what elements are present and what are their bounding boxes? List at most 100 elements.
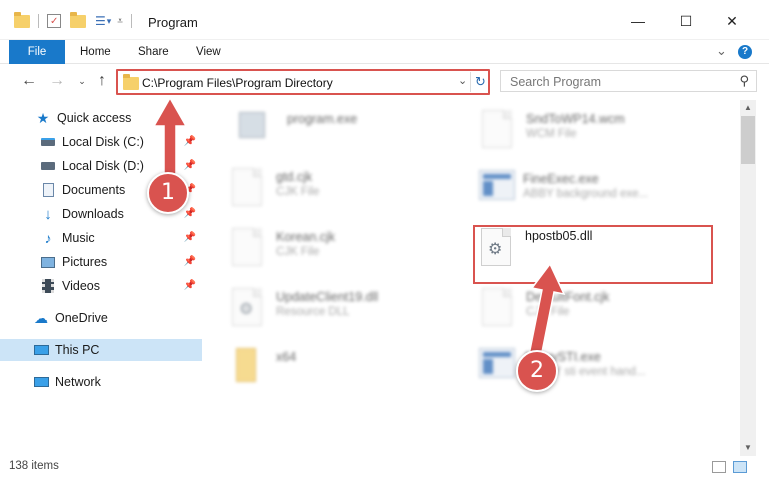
up-button[interactable]: ↑ <box>93 72 111 90</box>
file-name: program.exe <box>287 112 358 126</box>
folder-icon <box>232 348 264 388</box>
quick-access-toolbar: ✓ ☰ ▾ ⩡ <box>14 11 132 31</box>
scroll-down-button[interactable]: ▼ <box>740 440 756 456</box>
folder-icon[interactable] <box>14 11 30 28</box>
sidebar-item-this-pc[interactable]: This PC <box>0 339 202 361</box>
title-bar: ✓ ☰ ▾ ⩡ Program — ☐ ✕ <box>0 0 769 40</box>
file-name: gtd.cjk <box>276 170 313 184</box>
file-icon <box>482 288 514 328</box>
file-type: WCM File <box>526 128 577 140</box>
address-path[interactable]: C:\Program Files\Program Directory <box>142 76 333 90</box>
file-item[interactable]: SndToWP14.wcm WCM File <box>482 110 722 156</box>
back-button[interactable]: ← <box>20 72 38 90</box>
file-item[interactable]: gtd.cjk CJK File <box>232 168 472 214</box>
music-icon: ♪ <box>44 230 52 246</box>
sidebar-item-videos[interactable]: Videos 📌 <box>0 275 202 297</box>
sidebar-item-onedrive[interactable]: ☁ OneDrive <box>0 307 202 329</box>
sidebar-item-quick-access[interactable]: ★ Quick access <box>0 107 202 129</box>
vertical-scrollbar[interactable]: ▲ ▼ <box>740 100 756 456</box>
forward-button[interactable]: → <box>48 72 66 90</box>
chevron-down-icon[interactable]: ⌄ <box>458 74 467 87</box>
maximize-button[interactable]: ☐ <box>672 10 700 32</box>
sidebar-item-label: Quick access <box>57 111 132 125</box>
new-folder-icon[interactable] <box>70 11 86 28</box>
divider <box>130 14 132 28</box>
pin-icon[interactable]: 📌 <box>184 160 196 171</box>
minimize-button[interactable]: — <box>624 10 652 32</box>
file-icon <box>232 168 264 208</box>
pin-icon[interactable]: 📌 <box>184 256 196 267</box>
refresh-button[interactable]: ↻ <box>470 72 490 92</box>
status-bar: 138 items <box>0 456 769 478</box>
file-name: x64 <box>276 350 297 364</box>
search-input[interactable]: Search Program ⚲ <box>500 70 757 92</box>
sidebar-item-label: Downloads <box>62 207 124 221</box>
sidebar-item-pictures[interactable]: Pictures 📌 <box>0 251 202 273</box>
folder-item[interactable]: x64 <box>232 348 472 394</box>
application-icon <box>237 110 269 150</box>
network-icon <box>33 375 49 389</box>
file-item[interactable]: program.exe <box>237 110 477 156</box>
sidebar-item-local-disk-c[interactable]: Local Disk (C:) 📌 <box>0 131 202 153</box>
folder-icon <box>123 74 139 90</box>
search-icon: ⚲ <box>739 73 749 88</box>
properties-icon[interactable]: ✓ <box>47 14 61 28</box>
details-view-icon[interactable] <box>712 461 726 473</box>
divider <box>38 14 39 28</box>
step-badge-1: 1 <box>147 172 189 214</box>
file-name: Korean.cjk <box>276 230 336 244</box>
scroll-up-button[interactable]: ▲ <box>740 100 756 116</box>
application-icon <box>479 170 515 210</box>
large-icons-view-icon[interactable] <box>733 461 747 473</box>
drive-icon <box>40 135 56 149</box>
scroll-thumb[interactable] <box>741 116 755 164</box>
sidebar-item-label: Videos <box>62 279 100 293</box>
pin-icon[interactable]: 📌 <box>184 280 196 291</box>
pin-icon[interactable]: 📌 <box>184 232 196 243</box>
sidebar-item-label: Documents <box>62 183 126 197</box>
file-icon <box>232 228 264 268</box>
step-badge-2: 2 <box>516 350 558 392</box>
sidebar-item-music[interactable]: ♪ Music 📌 <box>0 227 202 249</box>
sidebar-item-network[interactable]: Network <box>0 371 202 393</box>
file-type: Resource DLL <box>276 306 350 318</box>
sidebar-item-label: Local Disk (D:) <box>62 159 144 173</box>
file-name: DefaultFont.cjk <box>526 290 610 304</box>
file-type: CJK File <box>276 186 320 198</box>
pin-icon[interactable]: 📌 <box>184 208 196 219</box>
view-options-icon[interactable]: ☰ <box>95 14 106 28</box>
file-name: UpdateClient19.dll <box>276 290 379 304</box>
window-title: Program <box>148 15 198 30</box>
sidebar-item-label: This PC <box>55 343 100 357</box>
address-bar[interactable]: C:\Program Files\Program Directory ⌄ ↻ <box>116 69 490 95</box>
tab-share[interactable]: Share <box>126 40 181 64</box>
sidebar-item-label: Local Disk (C:) <box>62 135 144 149</box>
help-icon[interactable]: ? <box>738 45 752 59</box>
navigation-bar: ← → ⌄ ↑ C:\Program Files\Program Directo… <box>0 64 769 98</box>
close-button[interactable]: ✕ <box>718 10 746 32</box>
recent-locations-button[interactable]: ⌄ <box>73 72 91 90</box>
application-icon <box>479 348 515 388</box>
file-icon <box>482 110 514 150</box>
sidebar-item-label: Network <box>55 375 101 389</box>
pictures-icon <box>40 255 56 269</box>
highlight-box <box>473 225 713 284</box>
search-placeholder: Search Program <box>510 75 602 89</box>
tab-home[interactable]: Home <box>68 40 123 64</box>
collapse-ribbon-icon[interactable]: ⌄ <box>716 43 727 59</box>
file-type: CJK File <box>526 306 570 318</box>
dll-file-icon: ⚙ <box>232 288 264 328</box>
file-type: ABBY background exe... <box>523 188 649 200</box>
tab-view[interactable]: View <box>184 40 233 64</box>
sidebar-item-label: Music <box>62 231 95 245</box>
tab-file[interactable]: File <box>9 40 65 64</box>
videos-icon <box>40 279 56 293</box>
file-item[interactable]: ⚙ UpdateClient19.dll Resource DLL <box>232 288 472 334</box>
chevron-down-icon[interactable]: ▾ <box>107 16 112 27</box>
file-item[interactable]: FineExec.exe ABBY background exe... <box>479 170 729 216</box>
navigation-pane: ★ Quick access Local Disk (C:) 📌 Local D… <box>0 100 205 456</box>
customize-toolbar-icon[interactable]: ⩡ <box>117 16 123 27</box>
pin-icon[interactable]: 📌 <box>184 136 196 147</box>
file-item[interactable]: DefaultFont.cjk CJK File <box>482 288 722 334</box>
file-item[interactable]: Korean.cjk CJK File <box>232 228 472 274</box>
